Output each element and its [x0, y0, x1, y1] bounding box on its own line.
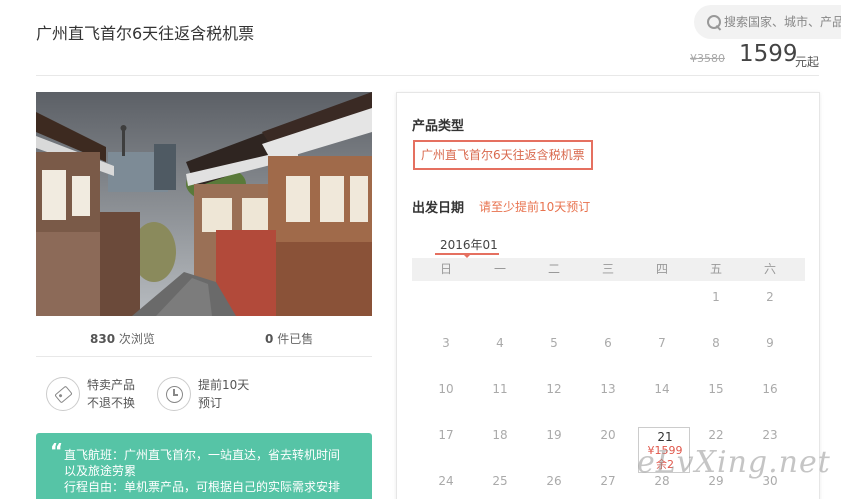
calendar-day[interactable]: 18 — [473, 428, 527, 442]
calendar-day[interactable]: 19 — [527, 428, 581, 442]
weekday-label: 一 — [493, 262, 506, 276]
product-photo — [36, 92, 372, 316]
current-price: 1599 — [739, 41, 798, 67]
weekday-label: 六 — [763, 262, 776, 276]
calendar-day[interactable]: 16 — [743, 382, 797, 396]
calendar-day[interactable]: 11 — [473, 382, 527, 396]
watermark: eLvXing.net — [637, 445, 831, 480]
highlight-line: 直飞航班：广州直飞首尔，一站直达，省去转机时间 — [64, 448, 341, 462]
calendar-day[interactable]: 20 — [581, 428, 635, 442]
sold-stat: 0 件已售 — [265, 330, 313, 347]
search-input[interactable] — [724, 15, 841, 29]
close-quote-icon: ” — [379, 475, 393, 499]
calendar-day[interactable]: 1 — [689, 290, 743, 304]
calendar-day[interactable]: 17 — [419, 428, 473, 442]
date-hint: 请至少提前10天预订 — [479, 200, 591, 214]
feature-special-sale: 特卖产品 不退不换 — [46, 376, 135, 412]
calendar-day[interactable]: 3 — [419, 336, 473, 350]
calendar-day[interactable]: 5 — [527, 336, 581, 350]
calendar-day[interactable]: 22 — [689, 428, 743, 442]
calendar-day[interactable]: 14 — [635, 382, 689, 396]
departure-date-label: 出发日期 — [412, 201, 465, 216]
sold-count: 0 — [265, 332, 274, 346]
calendar-day[interactable]: 2 — [743, 290, 797, 304]
calendar-day[interactable]: 7 — [635, 336, 689, 350]
calendar-day[interactable]: 4 — [473, 336, 527, 350]
views-stat: 830 次浏览 — [90, 330, 155, 347]
open-quote-icon: “ — [50, 439, 64, 463]
search-icon[interactable] — [704, 12, 721, 32]
feature-advance-booking: 提前10天 预订 — [157, 376, 249, 412]
calendar-day[interactable]: 9 — [743, 336, 797, 350]
page-title: 广州直飞首尔6天往返含税机票 — [36, 24, 255, 43]
stats-divider — [36, 356, 372, 357]
calendar-day[interactable]: 26 — [527, 474, 581, 488]
feature-line: 提前10天 — [198, 378, 250, 392]
selected-day-number: 21 — [657, 430, 673, 444]
feature-text: 提前10天 预订 — [198, 376, 249, 412]
calendar-day[interactable]: 8 — [689, 336, 743, 350]
highlight-line: 行程自由：单机票产品，可根据自己的实际需求安排 — [64, 480, 341, 494]
calendar-day[interactable]: 13 — [581, 382, 635, 396]
feature-line: 不退不换 — [87, 396, 136, 410]
highlight-line: 以及旅途劳累 — [64, 464, 137, 478]
header-divider — [36, 75, 819, 76]
weekday-label: 五 — [709, 262, 722, 276]
original-price: ¥3580 — [690, 52, 725, 65]
views-label: 次浏览 — [118, 332, 155, 346]
product-type-label: 产品类型 — [412, 119, 465, 134]
calendar-day[interactable]: 15 — [689, 382, 743, 396]
calendar-day[interactable]: 12 — [527, 382, 581, 396]
weekday-label: 日 — [439, 262, 452, 276]
highlights-box: “ 直飞航班：广州直飞首尔，一站直达，省去转机时间 以及旅途劳累 行程自由：单机… — [36, 433, 392, 499]
weekday-label: 二 — [547, 262, 560, 276]
calendar-day[interactable]: 10 — [419, 382, 473, 396]
tag-icon — [46, 377, 80, 411]
views-count: 830 — [90, 332, 116, 346]
feature-text: 特卖产品 不退不换 — [87, 376, 135, 412]
weekday-label: 四 — [655, 262, 668, 276]
sold-label: 件已售 — [277, 332, 314, 346]
calendar-day[interactable]: 27 — [581, 474, 635, 488]
calendar-day[interactable]: 25 — [473, 474, 527, 488]
booking-panel: 产品类型 广州直飞首尔6天往返含税机票 出发日期 请至少提前10天预订 2016… — [396, 92, 820, 499]
month-tab[interactable]: 2016年01 — [440, 236, 498, 253]
clock-icon — [157, 377, 191, 411]
calendar-day[interactable]: 24 — [419, 474, 473, 488]
product-option-selected[interactable]: 广州直飞首尔6天往返含税机票 — [413, 140, 593, 170]
calendar-day[interactable]: 6 — [581, 336, 635, 350]
search-box[interactable] — [694, 5, 841, 39]
calendar-day[interactable]: 23 — [743, 428, 797, 442]
product-stats: 830 次浏览 0 件已售 — [36, 330, 372, 350]
weekday-header: 日 一 二 三 四 五 六 — [412, 258, 805, 281]
hanok-village-illustration — [36, 92, 372, 316]
price-unit: 元起 — [795, 55, 820, 69]
weekday-label: 三 — [601, 262, 614, 276]
feature-line: 特卖产品 — [87, 378, 136, 392]
feature-line: 预订 — [198, 396, 223, 410]
